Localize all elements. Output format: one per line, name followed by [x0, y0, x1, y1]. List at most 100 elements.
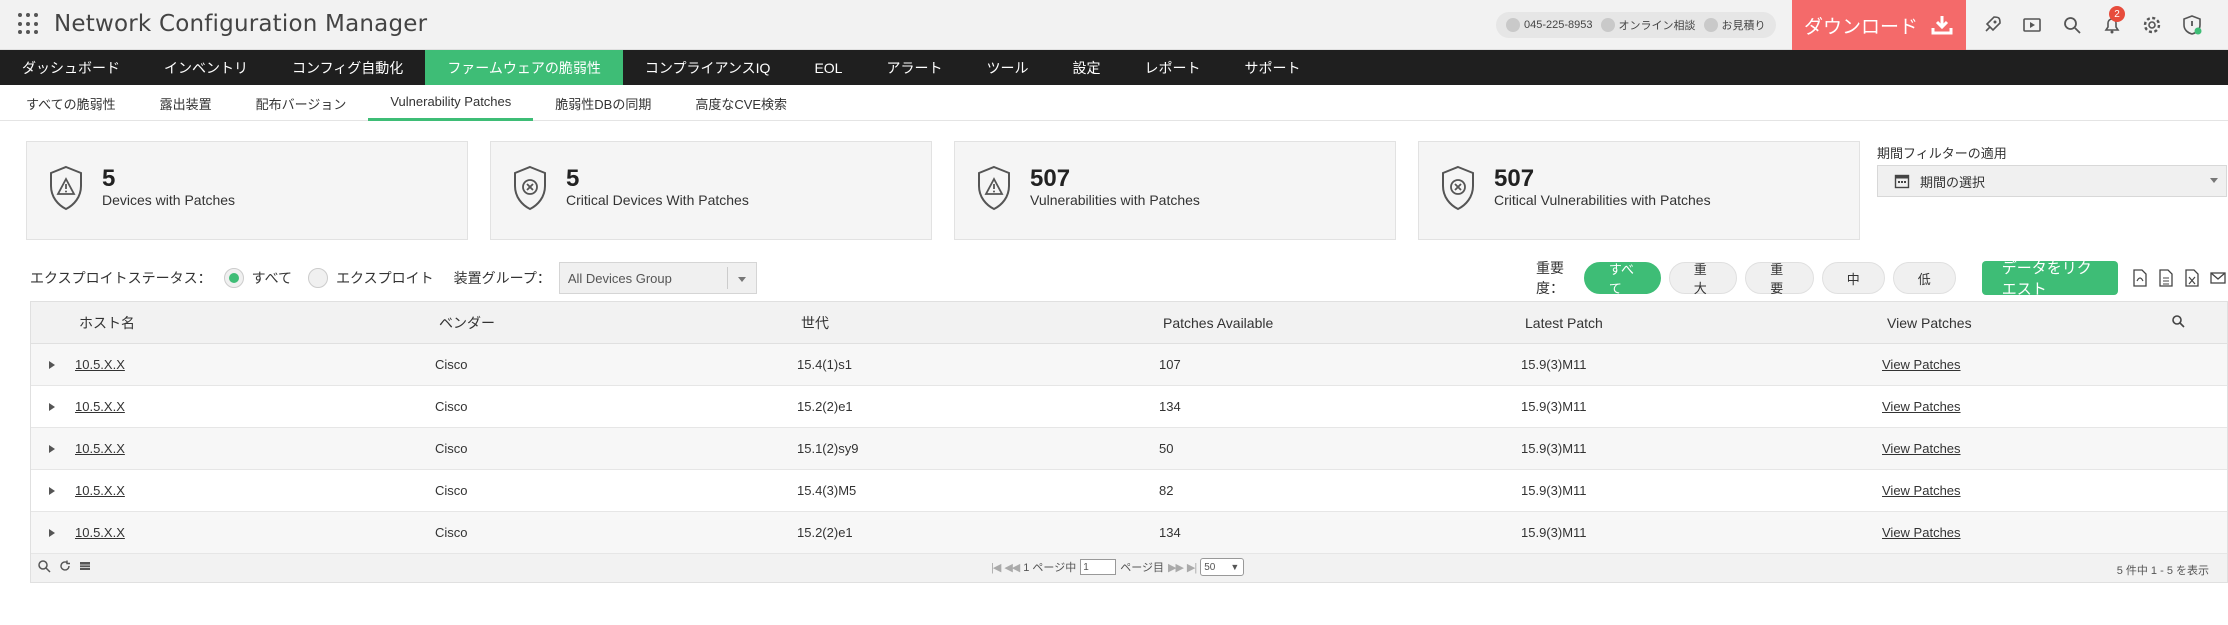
toolbar-icons: 2 — [1972, 0, 2212, 50]
expand-row-icon[interactable] — [49, 402, 55, 411]
tab-distributed-versions[interactable]: 配布バージョン — [234, 85, 369, 121]
host-link[interactable]: 10.5.X.X — [75, 483, 125, 498]
user-status-icon[interactable] — [2172, 0, 2212, 50]
search-icon[interactable] — [37, 559, 51, 573]
first-page-icon[interactable]: |◀ — [991, 561, 1001, 574]
nav-settings[interactable]: 設定 — [1050, 50, 1122, 85]
next-page-icon[interactable]: ▶▶ — [1168, 561, 1184, 574]
nav-tools[interactable]: ツール — [964, 50, 1050, 85]
summary-card-vulnerabilities[interactable]: 507 Vulnerabilities with Patches — [954, 141, 1396, 240]
page-number-input[interactable]: 1 — [1080, 559, 1117, 575]
bell-icon[interactable]: 2 — [2092, 0, 2132, 50]
table-footer: |◀ ◀◀ 1 ページ中 1 ページ目 ▶▶ ▶| 50 ▼ 5 件中 1 - … — [31, 554, 2227, 582]
csv-icon[interactable] — [2156, 267, 2176, 289]
page-size-select[interactable]: 50 ▼ — [1200, 558, 1245, 576]
severity-all-button[interactable]: すべて — [1583, 262, 1661, 296]
generation-cell: 15.4(3)M5 — [797, 483, 857, 498]
nav-support[interactable]: サポート — [1222, 50, 1322, 85]
quote-link[interactable]: お見積り — [1703, 17, 1766, 33]
host-link[interactable]: 10.5.X.X — [75, 399, 125, 414]
nav-reports[interactable]: レポート — [1122, 50, 1222, 85]
severity-important-button[interactable]: 重要 — [1745, 262, 1814, 296]
expand-row-icon[interactable] — [49, 528, 55, 537]
view-patches-link[interactable]: View Patches — [1882, 399, 1961, 414]
column-header-generation[interactable]: 世代 — [801, 313, 829, 333]
tab-vulnerability-patches[interactable]: Vulnerability Patches — [368, 85, 534, 121]
column-header-vendor[interactable]: ベンダー — [439, 313, 495, 333]
tab-vuln-db-sync[interactable]: 脆弱性DBの同期 — [533, 85, 673, 121]
app-grid-icon[interactable] — [18, 13, 40, 35]
xls-icon[interactable] — [2182, 267, 2202, 289]
view-patches-link[interactable]: View Patches — [1882, 525, 1961, 540]
radio-exploit[interactable]: エクスプロイト — [308, 268, 434, 288]
phone-contact[interactable]: 045-225-8953 — [1506, 18, 1593, 32]
host-link[interactable]: 10.5.X.X — [75, 525, 125, 540]
view-patches-link[interactable]: View Patches — [1882, 357, 1961, 372]
column-header-host[interactable]: ホスト名 — [79, 313, 135, 333]
table-row: 10.5.X.X Cisco 15.4(3)M5 82 15.9(3)M11 V… — [31, 470, 2227, 512]
tab-all-vulnerabilities[interactable]: すべての脆弱性 — [4, 85, 138, 121]
nav-alerts[interactable]: アラート — [864, 50, 964, 85]
severity-critical-button[interactable]: 重大 — [1668, 262, 1738, 296]
column-header-view-patches[interactable]: View Patches — [1887, 315, 1972, 331]
host-link[interactable]: 10.5.X.X — [75, 357, 125, 372]
nav-dashboard[interactable]: ダッシュボード — [0, 50, 142, 85]
radio-all-label: すべて — [251, 270, 293, 286]
table-row: 10.5.X.X Cisco 15.2(2)e1 134 15.9(3)M11 … — [31, 512, 2227, 554]
pdf-icon[interactable] — [2130, 267, 2150, 289]
contact-bar: 045-225-8953 オンライン相談 お見積り — [1496, 12, 1776, 38]
radio-all[interactable]: すべて — [223, 268, 293, 288]
mail-icon[interactable] — [2208, 267, 2228, 289]
nav-inventory[interactable]: インベントリ — [142, 50, 270, 85]
download-button[interactable]: ダウンロード — [1792, 0, 1966, 50]
latest-patch-cell: 15.9(3)M11 — [1521, 483, 1587, 498]
expand-row-icon[interactable] — [49, 486, 55, 495]
rocket-icon[interactable] — [1972, 0, 2012, 50]
search-icon[interactable] — [2171, 314, 2185, 328]
prev-page-icon[interactable]: ◀◀ — [1004, 561, 1020, 574]
chat-icon — [1600, 18, 1615, 32]
last-page-icon[interactable]: ▶| — [1187, 561, 1197, 574]
columns-icon[interactable] — [79, 560, 91, 572]
severity-low-button[interactable]: 低 — [1892, 262, 1956, 294]
patches-table: ホスト名 ベンダー 世代 Patches Available Latest Pa… — [30, 301, 2228, 583]
column-header-latest-patch[interactable]: Latest Patch — [1525, 315, 1603, 331]
warning-shield-icon — [978, 165, 1010, 211]
expand-row-icon[interactable] — [49, 444, 55, 453]
chevron-down-icon: ▼ — [1230, 562, 1240, 572]
view-patches-link[interactable]: View Patches — [1882, 483, 1961, 498]
nav-eol[interactable]: EOL — [792, 50, 864, 85]
card-value: 507 — [1030, 165, 1071, 192]
footer-tools — [37, 559, 91, 573]
severity-medium-button[interactable]: 中 — [1821, 262, 1885, 294]
refresh-icon[interactable] — [59, 560, 71, 572]
nav-config-automation[interactable]: コンフィグ自動化 — [270, 50, 425, 85]
summary-card-critical-vulnerabilities[interactable]: 507 Critical Vulnerabilities with Patche… — [1418, 141, 1860, 240]
online-consult-link[interactable]: オンライン相談 — [1600, 17, 1696, 33]
vendor-cell: Cisco — [435, 525, 468, 540]
device-group-select[interactable]: All Devices Group — [558, 262, 757, 294]
chevron-down-icon — [2210, 178, 2218, 183]
column-header-patches-available[interactable]: Patches Available — [1163, 315, 1273, 331]
tab-exposed-devices[interactable]: 露出装置 — [138, 85, 234, 121]
view-patches-link[interactable]: View Patches — [1882, 441, 1961, 456]
summary-card-critical-devices[interactable]: 5 Critical Devices With Patches — [490, 141, 932, 240]
nav-compliance-iq[interactable]: コンプライアンスIQ — [623, 50, 793, 85]
generation-cell: 15.1(2)sy9 — [797, 441, 859, 456]
summary-card-devices[interactable]: 5 Devices with Patches — [26, 141, 468, 240]
video-icon[interactable] — [2012, 0, 2052, 50]
request-data-button[interactable]: データをリクエスト — [1981, 260, 2118, 298]
host-link[interactable]: 10.5.X.X — [75, 441, 125, 456]
period-select[interactable]: 期間の選択 — [1877, 165, 2227, 197]
radio-exploit-label: エクスプロイト — [336, 270, 434, 286]
critical-shield-icon — [514, 165, 546, 211]
card-label: Vulnerabilities with Patches — [1030, 192, 1200, 208]
gear-icon[interactable] — [2132, 0, 2172, 50]
search-icon[interactable] — [2052, 0, 2092, 50]
nav-firmware-vulnerability[interactable]: ファームウェアの脆弱性 — [425, 50, 623, 85]
generation-cell: 15.2(2)e1 — [797, 525, 853, 540]
tab-advanced-cve-search[interactable]: 高度なCVE検索 — [673, 85, 809, 121]
card-label: Critical Vulnerabilities with Patches — [1494, 192, 1711, 208]
pagination: |◀ ◀◀ 1 ページ中 1 ページ目 ▶▶ ▶| 50 ▼ — [991, 558, 1245, 576]
expand-row-icon[interactable] — [49, 360, 55, 369]
